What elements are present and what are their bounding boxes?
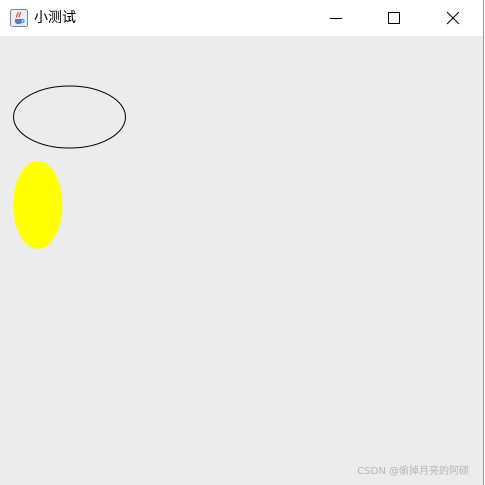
drawing-canvas: [13, 85, 126, 249]
app-window: 小测试 CSDN @偷掉月亮的阿硕: [0, 0, 484, 485]
window-title: 小测试: [34, 10, 76, 26]
outline-ellipse: [13, 85, 126, 149]
filled-ellipse: [13, 161, 63, 249]
close-icon: [446, 11, 460, 25]
close-button[interactable]: [430, 0, 476, 36]
minimize-icon: [330, 18, 342, 19]
title-bar[interactable]: 小测试: [0, 0, 483, 36]
java-coffee-cup-icon[interactable]: [10, 9, 28, 27]
maximize-button[interactable]: [371, 0, 417, 36]
drawing-panel: CSDN @偷掉月亮的阿硕: [0, 36, 483, 485]
minimize-button[interactable]: [313, 0, 359, 36]
watermark-text: CSDN @偷掉月亮的阿硕: [357, 466, 469, 477]
maximize-icon: [388, 12, 400, 24]
